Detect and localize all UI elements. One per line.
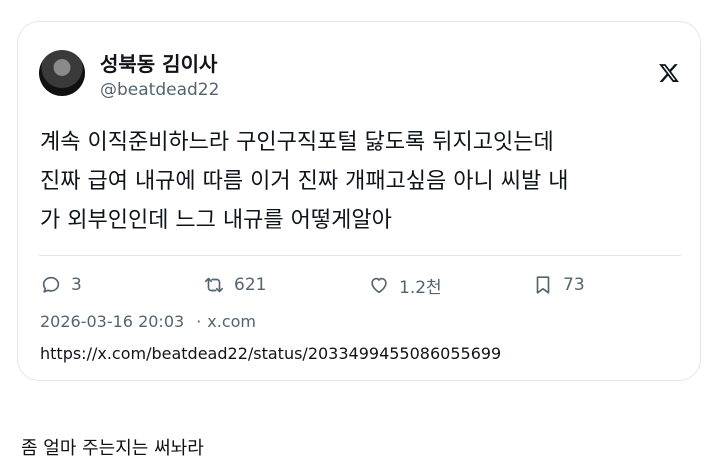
retweet-button[interactable]: 621 [203,274,266,296]
tweet-date[interactable]: 2026-03-16 20:03 [40,312,184,331]
divider [39,255,681,256]
separator: · [196,312,202,331]
reply-icon [42,276,60,293]
like-count: 1.2천 [399,277,442,298]
reply-count: 3 [71,275,82,295]
x-logo-icon[interactable] [658,62,680,84]
tweet-text-line: 계속 이직준비하느라 구인구직포털 닳도록 뒤지고잇는데 [40,130,554,155]
tweet-url[interactable]: https://x.com/beatdead22/status/20334994… [40,344,501,363]
heart-icon [371,277,387,294]
tweet-text-line: 가 외부인인데 느그 내규를 어떻게알아 [40,208,392,233]
tweet-card[interactable]: 성북동 김이사 @beatdead22 계속 이직준비하느라 구인구직포털 닳도… [17,21,701,381]
retweet-count: 621 [234,275,267,295]
like-button[interactable]: 1.2천 [368,274,442,298]
avatar[interactable] [39,50,85,96]
tweet-text-line: 진짜 급여 내규에 따름 이거 진짜 개패고싶음 아니 씨발 내 [40,169,569,194]
author-handle[interactable]: @beatdead22 [100,80,219,100]
reply-button[interactable]: 3 [40,274,82,296]
tweet-source[interactable]: x.com [207,312,256,331]
post-caption: 좀 얼마 주는지는 써놔라 [21,438,204,459]
tweet-text: 계속 이직준비하느라 구인구직포털 닳도록 뒤지고잇는데 진짜 급여 내규에 따… [40,123,690,240]
tweet-meta: 2026-03-16 20:03 · x.com [40,312,256,331]
retweet-icon [204,277,224,293]
bookmark-icon [536,276,550,294]
bookmark-count: 73 [563,275,585,295]
bookmark-button[interactable]: 73 [532,274,585,296]
author-name[interactable]: 성북동 김이사 [100,48,217,77]
